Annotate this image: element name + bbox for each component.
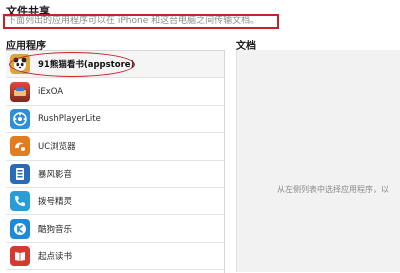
app-item-kugou[interactable]: 酷狗音乐 bbox=[6, 215, 224, 243]
iexoa-icon bbox=[10, 81, 30, 102]
kugou-music-icon bbox=[10, 218, 30, 239]
app-item-rushplayerlite[interactable]: RushPlayerLite bbox=[6, 106, 224, 134]
baofeng-player-icon bbox=[10, 163, 30, 184]
app-item-label: 91熊猫看书(appstore) bbox=[38, 60, 135, 71]
app-item-label: iExOA bbox=[38, 86, 64, 97]
app-item-label: 暴风影音 bbox=[38, 169, 73, 180]
app-item-91-panda-book[interactable]: 91熊猫看书(appstore) bbox=[6, 51, 224, 79]
app-item-label: 起点读书 bbox=[38, 251, 73, 262]
file-sharing-description: 下面列出的应用程序可以在 iPhone 和这台电脑之间传输文档。 bbox=[3, 14, 279, 29]
app-list: 91熊猫看书(appstore) iExOA RushPlayerLite UC… bbox=[6, 50, 225, 273]
description-text: 下面列出的应用程序可以在 iPhone 和这台电脑之间传输文档。 bbox=[7, 16, 260, 26]
app-item-label: 酷狗音乐 bbox=[38, 224, 73, 235]
app-item-label: UC浏览器 bbox=[38, 142, 76, 153]
rushplayer-icon bbox=[10, 108, 30, 129]
dialer-icon bbox=[10, 191, 30, 212]
docs-empty-hint: 从左侧列表中选择应用程序，以 bbox=[277, 185, 389, 194]
uc-browser-icon bbox=[10, 136, 30, 157]
app-item-uc-browser[interactable]: UC浏览器 bbox=[6, 133, 224, 161]
app-item-baofeng[interactable]: 暴风影音 bbox=[6, 161, 224, 188]
panda-book-icon bbox=[10, 54, 30, 75]
app-item-qidian[interactable]: 起点读书 bbox=[6, 243, 224, 271]
app-item-label: RushPlayerLite bbox=[38, 113, 101, 124]
app-item-dialer[interactable]: 拨号精灵 bbox=[6, 188, 224, 216]
docs-panel: 从左侧列表中选择应用程序，以 bbox=[236, 50, 400, 272]
app-item-label: 拨号精灵 bbox=[38, 197, 73, 208]
qidian-reader-icon bbox=[10, 245, 30, 266]
app-item-iexoa[interactable]: iExOA bbox=[6, 78, 224, 106]
